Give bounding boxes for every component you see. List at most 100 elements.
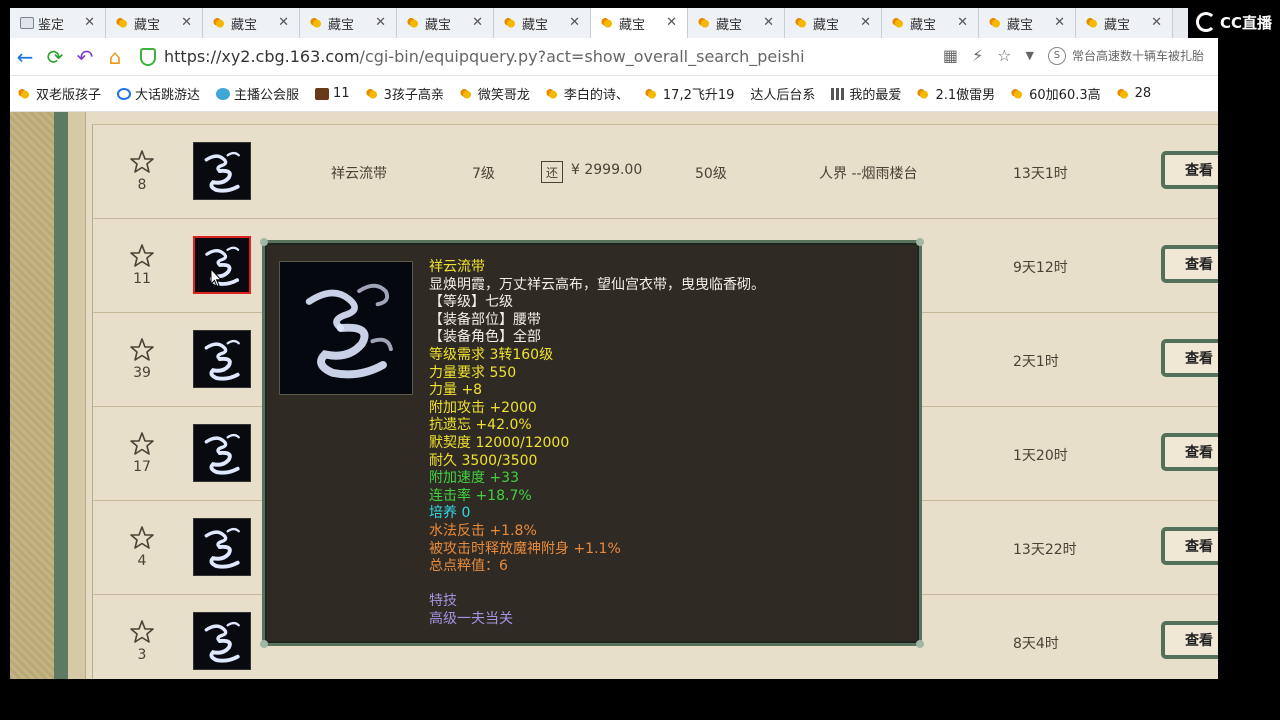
url-field[interactable]: https://xy2.cbg.163.com/cgi-bin/equipque…	[140, 47, 805, 66]
bookmark-label: 60加60.3高	[1029, 88, 1101, 103]
favorite-star-icon[interactable]	[129, 337, 155, 363]
view-button[interactable]: 查看	[1161, 245, 1218, 283]
tooltip-line: 【等级】七级	[429, 294, 513, 311]
close-icon[interactable]: ✕	[957, 15, 968, 30]
address-bar: ← ⟳ ↶ ⌂ https://xy2.cbg.163.com/cgi-bin/…	[10, 38, 1218, 76]
blue-bookmark-icon	[117, 87, 132, 100]
browser-tab[interactable]: 藏宝 ✕	[106, 8, 203, 38]
view-button[interactable]: 查看	[1161, 527, 1218, 565]
close-icon[interactable]: ✕	[763, 15, 774, 30]
bookmark-label: 28	[1134, 86, 1152, 101]
close-icon[interactable]: ✕	[375, 15, 386, 30]
browser-tab[interactable]: 藏宝 ✕	[591, 8, 688, 38]
view-button[interactable]: 查看	[1161, 339, 1218, 377]
tooltip-line: 耐久 3500/3500	[429, 452, 538, 469]
tab-label: 藏宝	[425, 17, 452, 33]
favorite-star-icon[interactable]	[129, 619, 155, 645]
undo-button[interactable]: ↶	[70, 42, 100, 72]
browser-tab[interactable]: 鉴定 ✕	[10, 8, 106, 38]
bookmark-item[interactable]: 3孩子高亲	[365, 84, 444, 103]
item-thumbnail[interactable]	[193, 424, 251, 482]
page-left-border	[10, 112, 86, 679]
close-icon[interactable]: ✕	[666, 15, 677, 30]
cbg-favicon-icon	[407, 17, 421, 29]
qr-code-icon[interactable]: ▦	[943, 46, 958, 65]
bookmark-label: 2.1傲雷男	[935, 88, 996, 103]
item-thumbnail[interactable]	[193, 612, 251, 670]
cc-logo-text: CC直播	[1220, 13, 1273, 32]
item-thumbnail[interactable]	[193, 142, 251, 200]
tooltip-line: 总点粹值：6	[429, 558, 508, 575]
close-icon[interactable]: ✕	[84, 15, 95, 30]
close-icon[interactable]: ✕	[472, 15, 483, 30]
browser-tab[interactable]: 藏宝 ✕	[203, 8, 300, 38]
close-icon[interactable]: ✕	[569, 15, 580, 30]
dropdown-chevron-icon[interactable]: ▼	[1026, 49, 1034, 62]
bookmark-item[interactable]: 微笑哥龙	[459, 84, 530, 103]
url-host: https://xy2.cbg.163.com	[164, 47, 360, 66]
browser-tab[interactable]: 藏宝 ✕	[785, 8, 882, 38]
refresh-button[interactable]: ⟳	[40, 42, 70, 72]
bookmark-item[interactable]: 17,2飞升19	[644, 84, 735, 103]
favorite-star-icon[interactable]	[129, 525, 155, 551]
close-icon[interactable]: ✕	[278, 15, 289, 30]
time-left: 8天4时	[1013, 636, 1059, 652]
close-icon[interactable]: ✕	[181, 15, 192, 30]
browser-tab[interactable]: 藏宝 ✕	[1076, 8, 1173, 38]
item-thumbnail[interactable]	[193, 330, 251, 388]
tab-label: 藏宝	[910, 17, 937, 33]
bookmark-item[interactable]: 李白的诗、	[545, 84, 629, 103]
tooltip-text: 祥云流带 显焕明霞，万丈祥云高布，望仙宫衣带，曳曳临香砌。 【等级】七级 【装备部位】…	[429, 259, 765, 628]
close-icon[interactable]: ✕	[1054, 15, 1065, 30]
decor-bar	[54, 112, 68, 679]
back-button[interactable]: ←	[10, 42, 40, 72]
bookmark-label: 11	[333, 86, 350, 101]
corner-ornament	[916, 238, 924, 246]
cbg-favicon-icon	[892, 17, 906, 29]
browser-tab[interactable]: 藏宝 ✕	[882, 8, 979, 38]
gold-bookmark-icon	[365, 87, 380, 100]
tooltip-line: 附加速度 +33	[429, 470, 519, 487]
bookmark-label: 17,2飞升19	[662, 88, 735, 103]
search-suggestion[interactable]: S 常台高速数十辆车被扎胎	[1047, 46, 1204, 65]
bookmark-item[interactable]: 大话跳游达	[117, 84, 200, 103]
item-thumbnail[interactable]	[193, 518, 251, 576]
time-left: 2天1时	[1013, 354, 1059, 370]
view-button[interactable]: 查看	[1161, 621, 1218, 659]
browser-tab[interactable]: 藏宝 ✕	[688, 8, 785, 38]
browser-tab[interactable]: 藏宝 ✕	[397, 8, 494, 38]
bookmark-item[interactable]: 达人后台系	[750, 84, 815, 103]
browser-tab[interactable]: 藏宝 ✕	[979, 8, 1076, 38]
bookmark-item[interactable]: 2.1傲雷男	[917, 84, 995, 103]
view-button[interactable]: 查看	[1161, 151, 1218, 189]
time-left: 1天20时	[1013, 448, 1068, 464]
browser-tab[interactable]: 藏宝 ✕	[300, 8, 397, 38]
bookmark-label: 微笑哥龙	[477, 88, 530, 103]
bookmark-item[interactable]: 主播公会服	[216, 84, 299, 103]
item-large-image	[279, 261, 413, 395]
bookmark-item[interactable]: 28	[1116, 86, 1152, 101]
bookmark-item[interactable]: 我的最爱	[831, 84, 901, 103]
browser-tab[interactable]: 藏宝 ✕	[494, 8, 591, 38]
favorite-star-icon[interactable]	[129, 431, 155, 457]
price-compare-icon[interactable]: 还	[541, 161, 563, 183]
item-thumbnail[interactable]	[193, 236, 251, 294]
bookmark-item[interactable]: 60加60.3高	[1011, 84, 1101, 103]
bookmark-label: 大话跳游达	[135, 88, 201, 103]
star-bookmark-icon[interactable]: ☆	[997, 46, 1011, 65]
close-icon[interactable]: ✕	[1151, 15, 1162, 30]
lightning-icon[interactable]: ⚡	[972, 46, 983, 65]
cbg-favicon-icon	[698, 17, 712, 29]
view-button[interactable]: 查看	[1161, 433, 1218, 471]
cbg-favicon-icon	[213, 17, 227, 29]
gold-bookmark-icon	[644, 87, 659, 100]
favorite-star-icon[interactable]	[129, 243, 155, 269]
bookmark-item[interactable]: 11	[315, 86, 350, 101]
home-button[interactable]: ⌂	[100, 42, 130, 72]
bookmarks-bar: 双老版孩子 大话跳游达 主播公会服 11 3孩子高亲 微笑哥龙 李白的诗、 17,2飞升19 达…	[10, 76, 1218, 112]
bookmark-item[interactable]: 双老版孩子	[18, 84, 101, 103]
close-icon[interactable]: ✕	[860, 15, 871, 30]
favorite-star-icon[interactable]	[129, 149, 155, 175]
bookmark-label: 李白的诗、	[563, 88, 629, 103]
required-level: 50级	[695, 166, 727, 182]
